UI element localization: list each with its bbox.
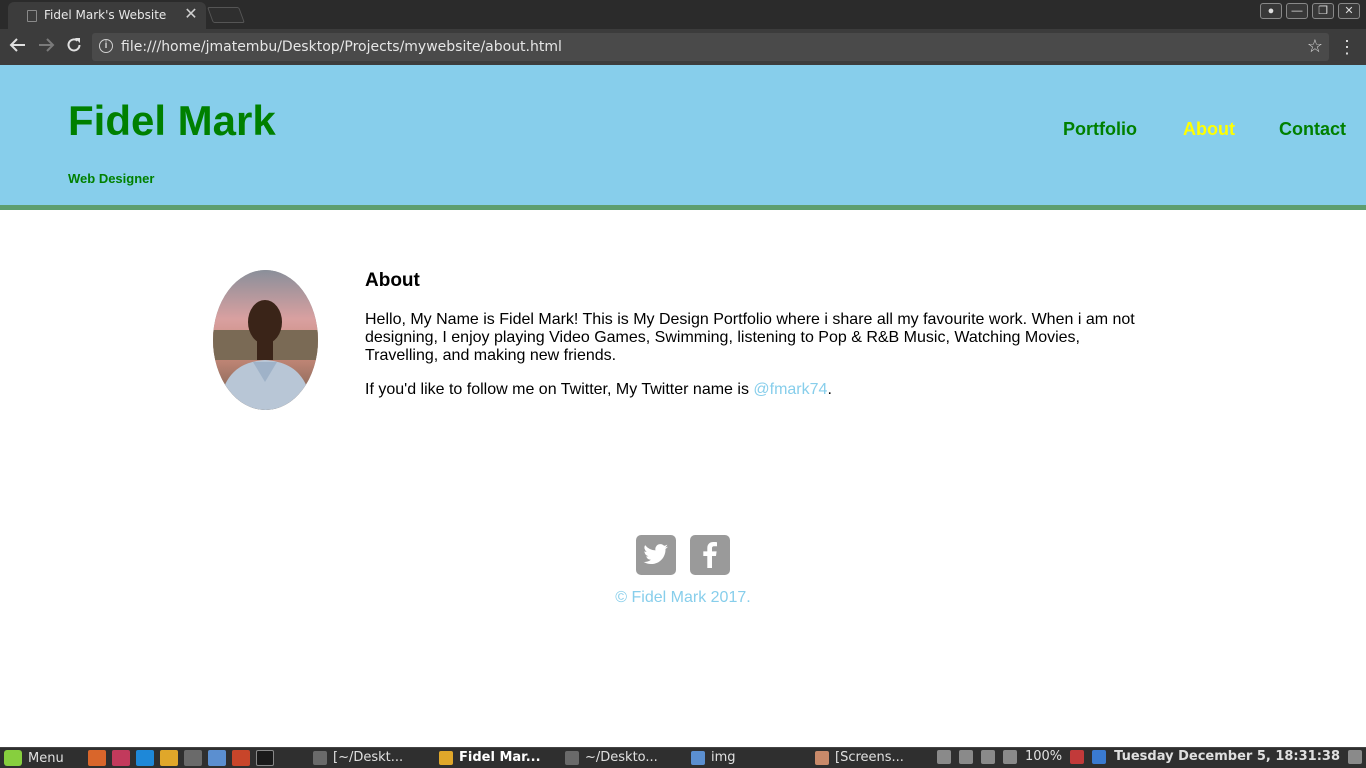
browser-tab-bar: Fidel Mark's Website ✕ ● — ❐ ✕	[0, 0, 1366, 29]
site-header: Fidel Mark Web Designer Portfolio About …	[0, 65, 1366, 205]
task-label: [Screens...	[835, 750, 904, 765]
taskbar-item[interactable]: Fidel Mar...	[439, 750, 541, 765]
address-bar[interactable]: i file:///home/jmatembu/Desktop/Projects…	[92, 33, 1329, 61]
browser-toolbar: i file:///home/jmatembu/Desktop/Projects…	[0, 29, 1366, 65]
start-menu-button[interactable]: Menu	[4, 750, 64, 766]
show-desktop-icon[interactable]	[1348, 749, 1362, 764]
user-profile-button[interactable]: ●	[1260, 3, 1282, 19]
quick-launchers	[88, 750, 274, 766]
screenshot-icon	[815, 750, 829, 765]
about-paragraph: Hello, My Name is Fidel Mark! This is My…	[365, 311, 1135, 364]
arrow-left-icon	[9, 38, 25, 52]
volume-icon[interactable]	[980, 749, 995, 764]
menu-label: Menu	[28, 750, 64, 766]
taskbar-item[interactable]: ~/Deskto...	[565, 750, 658, 765]
battery-icon[interactable]	[1002, 749, 1017, 764]
chrome-icon	[439, 750, 453, 765]
taskbar-item[interactable]: [Screens...	[815, 750, 904, 765]
taskbar-item[interactable]: img	[691, 750, 736, 765]
twitter-text: If you'd like to follow me on Twitter, M…	[365, 381, 754, 398]
header-divider	[0, 205, 1366, 210]
sublime-icon[interactable]	[184, 750, 202, 766]
terminal-icon[interactable]	[256, 750, 274, 766]
slack-icon[interactable]	[112, 750, 130, 766]
profile-photo	[213, 270, 318, 410]
task-label: ~/Deskto...	[585, 750, 658, 765]
twitter-suffix: .	[827, 381, 832, 398]
tab-close-icon[interactable]: ✕	[183, 6, 199, 24]
battery-level: 100%	[1024, 749, 1063, 764]
vpn-icon[interactable]	[232, 750, 250, 766]
back-button[interactable]	[7, 36, 29, 58]
task-label: img	[711, 750, 736, 765]
forward-button[interactable]	[35, 36, 57, 58]
arrow-right-icon	[39, 38, 55, 52]
mint-logo-icon	[4, 750, 22, 766]
social-links	[636, 535, 730, 575]
site-subtitle: Web Designer	[68, 171, 155, 186]
folder-icon	[691, 750, 705, 765]
info-icon[interactable]: i	[99, 39, 113, 53]
new-tab-button[interactable]	[207, 7, 245, 23]
clock[interactable]: Tuesday December 5, 18:31:38	[1114, 749, 1340, 764]
twitter-icon[interactable]	[636, 535, 676, 575]
user-icon[interactable]	[936, 749, 951, 764]
nav-contact[interactable]: Contact	[1279, 119, 1346, 140]
minimize-button[interactable]: —	[1286, 3, 1308, 19]
chrome-icon[interactable]	[160, 750, 178, 766]
reload-button[interactable]	[63, 36, 85, 58]
twitter-paragraph: If you'd like to follow me on Twitter, M…	[365, 381, 1145, 399]
window-controls: ● — ❐ ✕	[1260, 3, 1360, 19]
browser-menu-icon[interactable]: ⋮	[1338, 36, 1356, 58]
network-icon[interactable]	[958, 749, 973, 764]
tab-title: Fidel Mark's Website	[44, 8, 167, 22]
twitter-handle-link[interactable]: @fmark74	[753, 381, 827, 398]
taskbar-item[interactable]: [~/Deskt...	[313, 750, 403, 765]
bluetooth-icon[interactable]	[1092, 749, 1107, 764]
site-title: Fidel Mark	[68, 97, 276, 144]
task-label: Fidel Mar...	[459, 750, 541, 765]
sublime-icon	[313, 750, 327, 765]
reload-icon	[67, 38, 81, 52]
update-shield-icon[interactable]	[1070, 749, 1085, 764]
copyright-text: © Fidel Mark 2017.	[615, 589, 751, 606]
restore-button[interactable]: ❐	[1312, 3, 1334, 19]
sublime-icon	[565, 750, 579, 765]
nav-about[interactable]: About	[1183, 119, 1235, 140]
about-section: About Hello, My Name is Fidel Mark! This…	[365, 270, 1145, 415]
about-heading: About	[365, 270, 420, 291]
task-label: [~/Deskt...	[333, 750, 404, 765]
browser-tab[interactable]: Fidel Mark's Website ✕	[8, 2, 206, 29]
close-window-button[interactable]: ✕	[1338, 3, 1360, 19]
star-icon[interactable]: ☆	[1307, 36, 1323, 57]
url-text[interactable]: file:///home/jmatembu/Desktop/Projects/m…	[121, 39, 562, 55]
system-tray: 100% Tuesday December 5, 18:31:38	[936, 749, 1366, 764]
nav-portfolio[interactable]: Portfolio	[1063, 119, 1137, 140]
desktop-taskbar: Menu [~/Deskt... Fidel Mar... ~/Deskto..…	[0, 747, 1366, 768]
files-icon[interactable]	[208, 750, 226, 766]
facebook-icon[interactable]	[690, 535, 730, 575]
skype-icon[interactable]	[136, 750, 154, 766]
firefox-icon[interactable]	[88, 750, 106, 766]
page-icon	[27, 10, 37, 22]
